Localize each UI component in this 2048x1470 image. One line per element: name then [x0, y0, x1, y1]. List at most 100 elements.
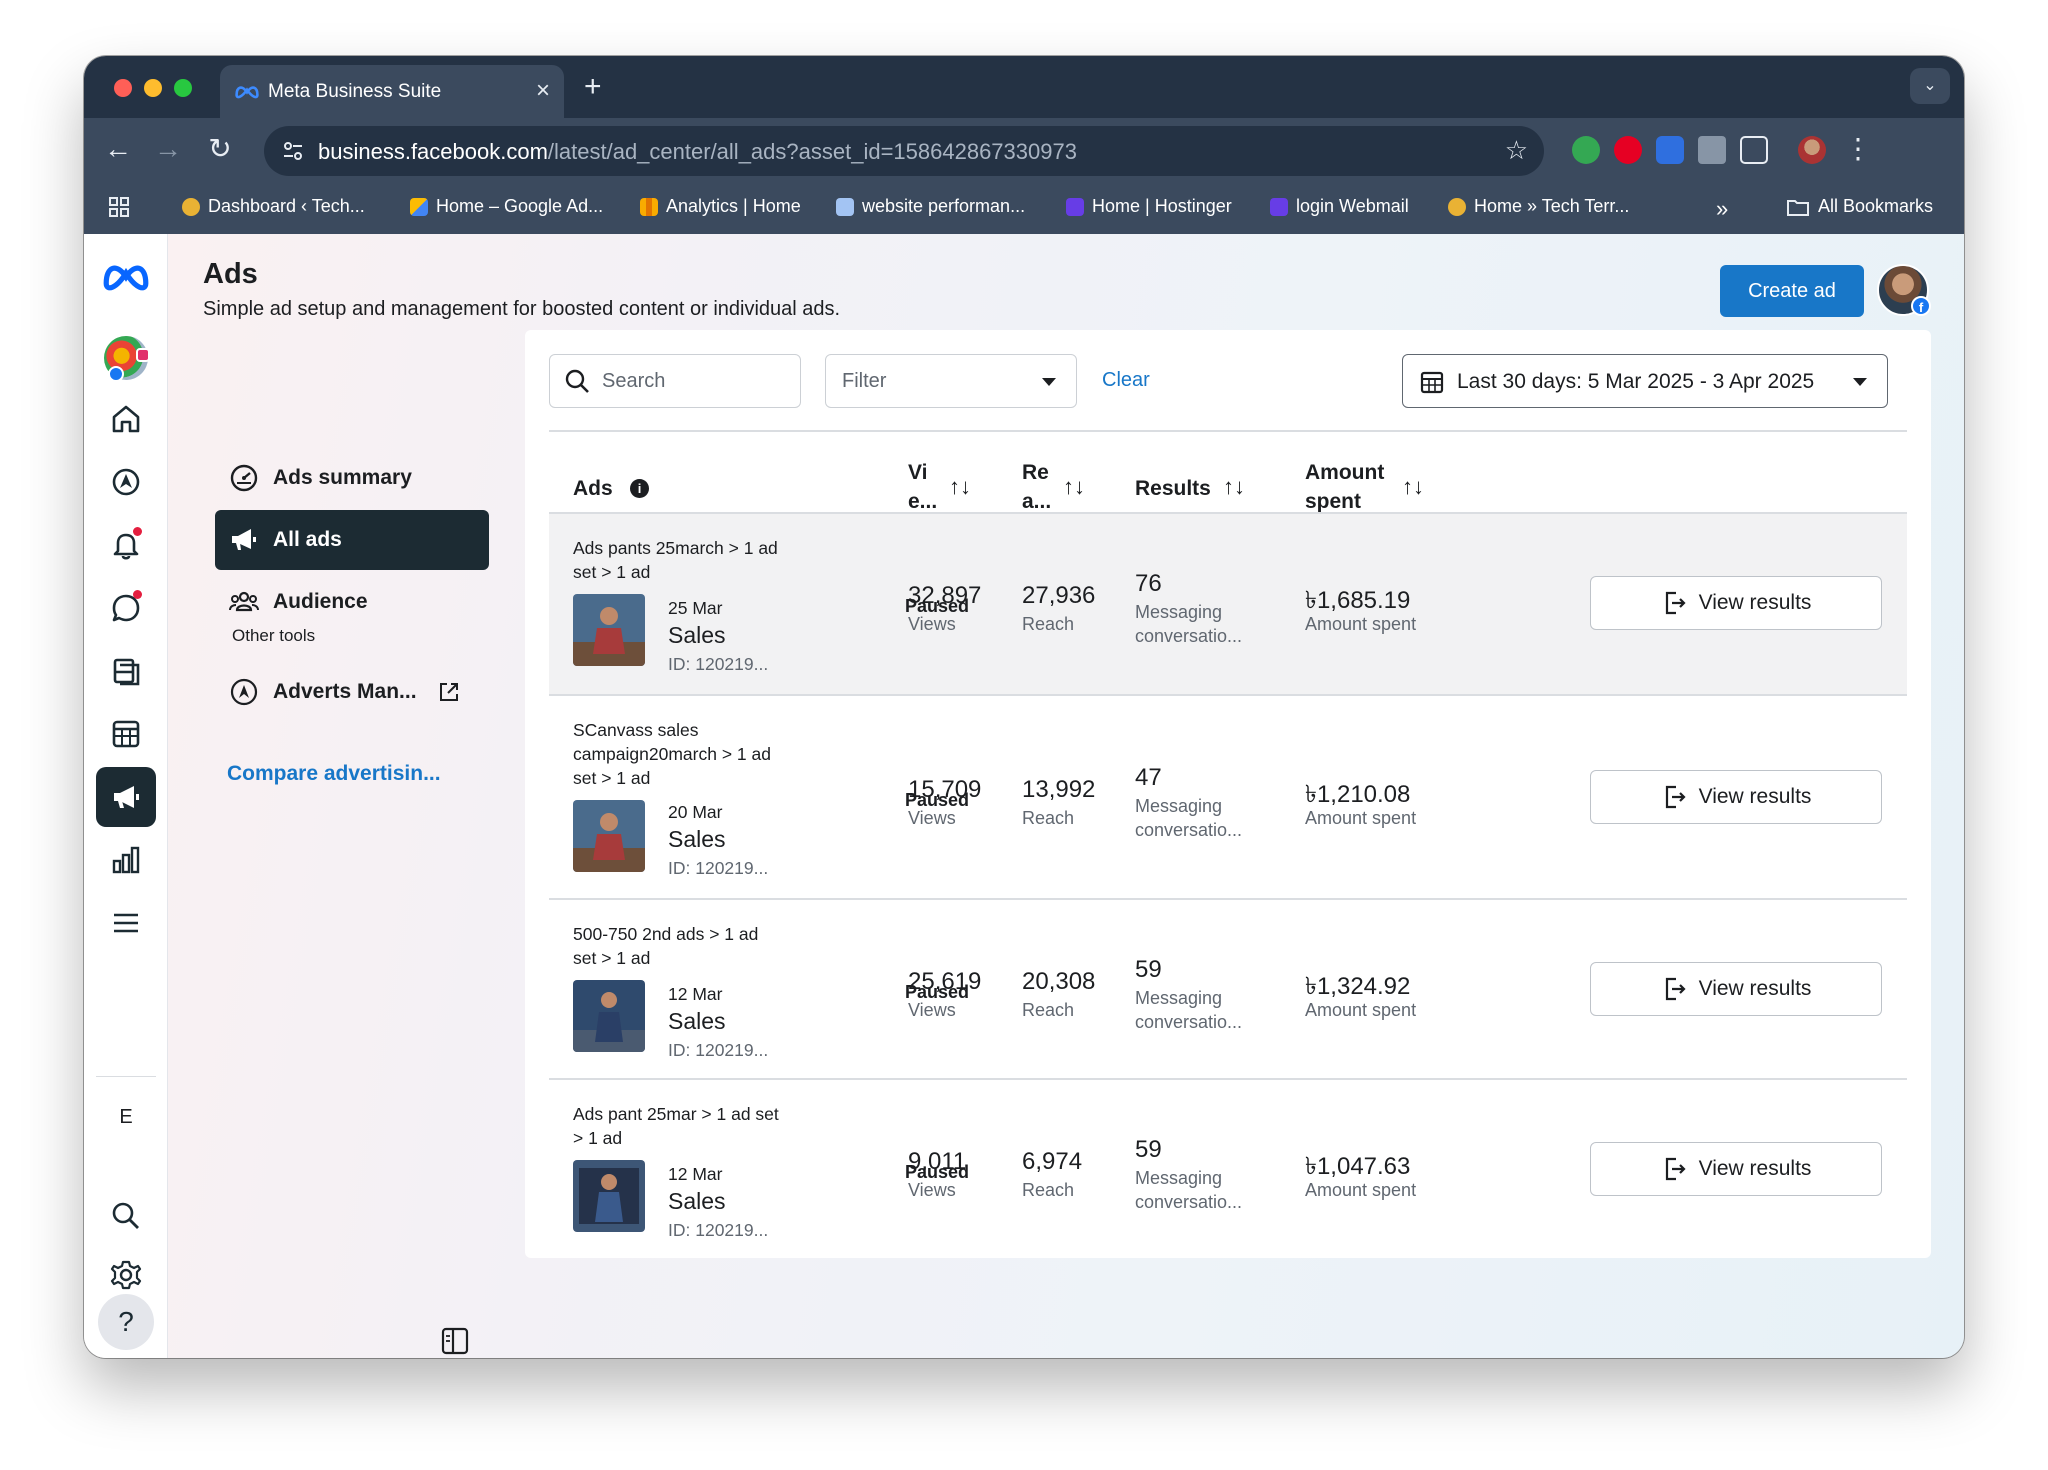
search-input[interactable]	[602, 367, 792, 395]
extensions-puzzle-icon[interactable]	[1740, 136, 1768, 164]
bookmark-item[interactable]: Analytics | Home	[640, 196, 801, 217]
notifications-nav-item[interactable]	[96, 515, 156, 575]
more-bookmarks-icon[interactable]: »	[1716, 196, 1728, 222]
sort-icon[interactable]: ↑↓	[1223, 474, 1245, 500]
content-nav-item[interactable]	[96, 641, 156, 701]
menu-item-ads-summary[interactable]: Ads summary	[215, 448, 489, 508]
extension-pinterest-icon[interactable]	[1614, 136, 1642, 164]
home-icon	[112, 405, 140, 433]
reach-label: Reach	[1022, 1000, 1075, 1020]
create-ad-button[interactable]: Create ad	[1720, 265, 1864, 317]
view-results-button[interactable]: View results	[1590, 576, 1882, 630]
analytics-icon	[640, 197, 658, 216]
search-nav-item[interactable]	[96, 1186, 156, 1246]
other-tools-heading: Other tools	[232, 626, 316, 645]
bookmark-item[interactable]: login Webmail	[1270, 196, 1409, 217]
close-window-button[interactable]	[114, 79, 132, 97]
browser-menu-icon[interactable]: ⋮	[1840, 132, 1876, 168]
menu-item-adverts-manager[interactable]: Adverts Man...	[215, 662, 489, 722]
view-results-button[interactable]: View results	[1590, 770, 1882, 824]
filter-dropdown[interactable]: Filter	[825, 354, 1077, 408]
ad-thumbnail	[573, 1160, 645, 1232]
date-range-picker[interactable]: Last 30 days: 5 Mar 2025 - 3 Apr 2025	[1402, 354, 1888, 408]
minimize-window-button[interactable]	[144, 79, 162, 97]
clear-filters-link[interactable]: Clear	[1102, 369, 1150, 392]
menu-item-audience[interactable]: Audience	[215, 572, 489, 632]
all-bookmarks-folder[interactable]: All Bookmarks	[1786, 196, 1933, 217]
view-results-button[interactable]: View results	[1590, 962, 1882, 1016]
table-row[interactable]: Ads pants 25march > 1 ad set > 1 ad 25 Ma…	[549, 514, 1907, 696]
column-header-reach[interactable]: Re a...	[1022, 458, 1051, 516]
sort-icon[interactable]: ↑↓	[949, 474, 971, 500]
reach-value: 6,974	[1022, 1148, 1083, 1175]
forward-icon[interactable]: →	[150, 132, 186, 168]
column-header-amount-spent[interactable]: Amount spent	[1305, 458, 1384, 516]
search-field[interactable]	[549, 354, 801, 408]
insights-nav-item[interactable]	[96, 830, 156, 890]
open-report-icon	[1665, 591, 1686, 615]
sort-icon[interactable]: ↑↓	[1063, 474, 1085, 500]
bookmark-star-icon[interactable]: ☆	[1505, 135, 1528, 166]
browser-tab[interactable]: Meta Business Suite ×	[220, 65, 564, 118]
tab-strip: Meta Business Suite × + ⌄	[84, 56, 1964, 118]
extension-code-icon[interactable]	[1698, 136, 1726, 164]
table-row[interactable]: 500-750 2nd ads > 1 ad set > 1 ad 12 Mar …	[549, 900, 1907, 1080]
bookmark-item[interactable]: Home – Google Ad...	[410, 196, 603, 217]
account-switcher-avatar[interactable]	[96, 328, 156, 388]
open-report-icon	[1665, 1157, 1686, 1181]
address-bar[interactable]: business.facebook.com/latest/ad_center/a…	[264, 126, 1544, 176]
bookmark-item[interactable]: website performan...	[836, 196, 1025, 217]
apps-grid-icon[interactable]	[108, 196, 130, 218]
results-label: Messaging conversatio...	[1135, 602, 1243, 646]
maximize-window-button[interactable]	[174, 79, 192, 97]
reload-icon[interactable]: ↻	[202, 132, 238, 168]
sort-icon[interactable]: ↑↓	[1402, 474, 1424, 500]
extension-shield-icon[interactable]	[1656, 136, 1684, 164]
ads-manager-nav-item[interactable]	[96, 452, 156, 512]
header-top-divider	[549, 430, 1907, 432]
bookmark-item[interactable]: Home | Hostinger	[1066, 196, 1232, 217]
planner-nav-item[interactable]	[96, 704, 156, 764]
table-row[interactable]: Ads pant 25mar > 1 ad set > 1 ad 12 Mar S…	[549, 1080, 1907, 1250]
site-settings-icon[interactable]	[280, 138, 306, 164]
all-tools-nav-item[interactable]	[96, 893, 156, 953]
extension-grammar-icon[interactable]	[1572, 136, 1600, 164]
back-icon[interactable]: ←	[100, 132, 136, 168]
inbox-nav-item[interactable]	[96, 578, 156, 638]
bookmark-item[interactable]: Dashboard ‹ Tech...	[182, 196, 365, 217]
avatar	[104, 336, 150, 382]
menu-hamburger-icon	[114, 913, 138, 933]
page-title: Ads	[203, 258, 258, 290]
amount-spent-label: Amount spent	[1305, 1180, 1417, 1200]
table-row[interactable]: SCanvass sales campaign20march > 1 ad set …	[549, 696, 1907, 900]
column-header-views[interactable]: Vi e...	[908, 458, 937, 516]
column-header-results[interactable]: Results	[1135, 474, 1211, 503]
reach-value: 13,992	[1022, 776, 1096, 803]
profile-avatar[interactable]: f	[1877, 264, 1931, 316]
url-text[interactable]: business.facebook.com/latest/ad_center/a…	[318, 139, 1077, 165]
ads-nav-item[interactable]	[96, 767, 156, 827]
bookmark-item[interactable]: Home » Tech Terr...	[1448, 196, 1629, 217]
collapse-sidebar-icon[interactable]	[440, 1326, 470, 1356]
results-label: Messaging conversatio...	[1135, 988, 1243, 1032]
menu-item-all-ads[interactable]: All ads	[215, 510, 489, 570]
people-group-icon	[229, 591, 259, 612]
column-header-ads: Ads	[573, 477, 613, 500]
ad-id: ID: 120219...	[668, 1040, 769, 1060]
view-results-button[interactable]: View results	[1590, 1142, 1882, 1196]
ad-objective: Sales	[668, 1188, 726, 1214]
open-report-icon	[1665, 977, 1686, 1001]
info-icon[interactable]: i	[630, 479, 649, 498]
tab-title: Meta Business Suite	[268, 81, 442, 102]
tab-search-button[interactable]: ⌄	[1910, 68, 1950, 104]
new-tab-button[interactable]: +	[584, 70, 602, 104]
megaphone-icon	[114, 786, 139, 808]
help-button[interactable]: ?	[98, 1294, 154, 1350]
ad-name: Ads pant 25mar > 1 ad set > 1 ad	[573, 1104, 779, 1148]
profile-avatar-icon[interactable]	[1798, 136, 1826, 164]
edit-shortcut-letter[interactable]: E	[84, 1106, 168, 1129]
close-tab-icon[interactable]: ×	[536, 77, 550, 105]
compare-advertising-link[interactable]: Compare advertisin...	[227, 762, 441, 786]
home-nav-item[interactable]	[96, 389, 156, 449]
meta-home-logo[interactable]	[96, 246, 156, 306]
